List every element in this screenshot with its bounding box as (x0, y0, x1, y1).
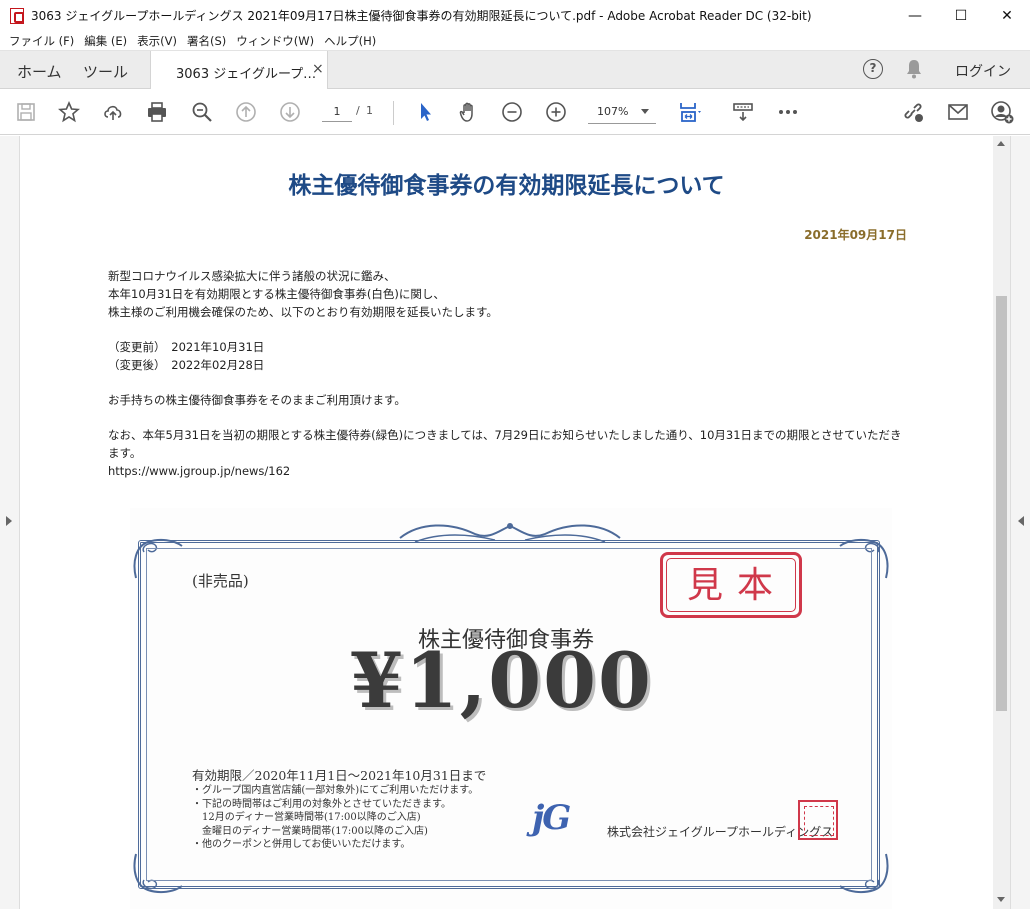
sample-stamp: 見本 (660, 552, 802, 618)
menu-edit[interactable]: 編集 (E) (79, 33, 132, 49)
zoom-search-icon[interactable] (189, 99, 215, 125)
voucher-note: 金曜日のディナー営業時間帯(17:00以降のご入店) (192, 825, 428, 837)
voucher-note: ・グループ国内直営店舗(一部対象外)にてご利用いただけます。 (192, 785, 479, 796)
acrobat-app-icon (10, 7, 24, 24)
page-number-input[interactable]: 1 (322, 102, 352, 122)
print-icon[interactable] (144, 99, 170, 125)
add-user-icon[interactable] (989, 99, 1015, 125)
menu-sign[interactable]: 署名(S) (182, 33, 231, 49)
date-after-change: （変更後） 2022年02月28日 (108, 358, 265, 372)
voucher-nonsale-label: (非売品) (192, 572, 249, 590)
toolbar: 1 / 1 107% (0, 89, 1030, 135)
body-paragraph: なお、本年5月31日を当初の期限とする株主優待券(緑色)につきましては、7月29… (108, 428, 902, 460)
minimize-button[interactable]: — (892, 0, 938, 31)
menu-file[interactable]: ファイル (F) (4, 33, 79, 49)
maximize-button[interactable]: ☐ (938, 0, 984, 31)
fit-page-icon[interactable] (676, 99, 702, 125)
document-date: 2021年09月17日 (804, 228, 907, 242)
chevron-down-icon[interactable] (641, 109, 649, 114)
scrollbar-thumb[interactable] (996, 296, 1007, 711)
tab-home[interactable]: ホーム (17, 61, 62, 82)
vertical-scrollbar[interactable] (993, 136, 1010, 909)
zoom-out-icon[interactable] (499, 99, 525, 125)
page-total: 1 (366, 104, 373, 117)
document-viewer: 株主優待御食事券の有効期限延長について 2021年09月17日 新型コロナウイル… (0, 136, 1030, 909)
document-heading: 株主優待御食事券の有効期限延長について (288, 173, 725, 199)
star-icon[interactable] (56, 99, 82, 125)
scroll-up-arrow-icon[interactable] (997, 141, 1005, 146)
body-line: お手持ちの株主優待御食事券をそのままご利用頂けます。 (108, 393, 406, 407)
help-icon[interactable]: ? (863, 59, 883, 79)
page-down-icon[interactable] (277, 99, 303, 125)
right-panel-rail[interactable] (1010, 136, 1030, 909)
menu-bar: ファイル (F) 編集 (E) 表示(V) 署名(S) ウィンドウ(W) ヘルプ… (0, 31, 1030, 51)
page-up-icon[interactable] (233, 99, 259, 125)
title-bar: 3063 ジェイグループホールディングス 2021年09月17日株主優待御食事券… (0, 0, 1030, 31)
zoom-in-icon[interactable] (543, 99, 569, 125)
voucher-note: ・他のクーポンと併用してお使いいただけます。 (192, 839, 411, 850)
body-line: 株主様のご利用機会確保のため、以下のとおり有効期限を延長いたします。 (108, 305, 498, 319)
save-icon[interactable] (13, 99, 39, 125)
body-line: 新型コロナウイルス感染拡大に伴う諸般の状況に鑑み、 (108, 269, 396, 283)
select-pointer-icon[interactable] (412, 99, 438, 125)
voucher-image: (非売品) 見本 株主優待御食事券 ¥1,000 有効期限／2020年11月1日… (130, 508, 892, 909)
menu-window[interactable]: ウィンドウ(W) (231, 33, 319, 49)
hand-icon[interactable] (456, 99, 482, 125)
notification-bell-icon[interactable] (905, 59, 923, 79)
page-separator: / (356, 104, 360, 117)
tab-document[interactable]: 3063 ジェイグループ… × (150, 51, 328, 89)
left-panel-rail[interactable] (0, 136, 20, 909)
menu-view[interactable]: 表示(V) (132, 33, 182, 49)
voucher-note: 12月のディナー営業時間帯(17:00以降のご入店) (192, 812, 421, 823)
tab-bar: ホーム ツール 3063 ジェイグループ… × ? ログイン (0, 51, 1030, 89)
scroll-mode-icon[interactable] (730, 99, 756, 125)
pdf-page: 株主優待御食事券の有効期限延長について 2021年09月17日 新型コロナウイル… (20, 136, 993, 909)
login-link[interactable]: ログイン (955, 61, 1011, 81)
scroll-down-arrow-icon[interactable] (997, 897, 1005, 902)
share-link-icon[interactable] (900, 99, 926, 125)
sample-stamp-text: 見本 (666, 558, 796, 612)
news-url-link[interactable]: https://www.jgroup.jp/news/162 (108, 462, 908, 480)
tab-tools[interactable]: ツール (83, 61, 128, 82)
upload-icon[interactable] (100, 99, 126, 125)
company-logo: jG (532, 798, 571, 838)
window-title: 3063 ジェイグループホールディングス 2021年09月17日株主優待御食事券… (31, 9, 812, 23)
voucher-notes: ・グループ国内直営店舗(一部対象外)にてご利用いただけます。 ・下記の時間帯はご… (192, 784, 478, 852)
date-before-change: （変更前） 2021年10月31日 (108, 340, 265, 354)
body-line: 本年10月31日を有効期限とする株主優待御食事券(白色)に関し、 (108, 287, 445, 301)
close-tab-icon[interactable]: × (312, 61, 324, 77)
voucher-price: ¥1,000 (350, 636, 653, 725)
menu-help[interactable]: ヘルプ(H) (319, 33, 381, 49)
expand-left-panel-icon[interactable] (6, 516, 12, 526)
voucher-note: ・下記の時間帯はご利用の対象外とさせていただきます。 (192, 798, 451, 810)
document-body: 新型コロナウイルス感染拡大に伴う諸般の状況に鑑み、 本年10月31日を有効期限と… (108, 267, 908, 480)
tab-document-label: 3063 ジェイグループ… (176, 67, 317, 82)
voucher-validity: 有効期限／2020年11月1日～2021年10月31日まで (192, 768, 487, 783)
toolbar-divider (393, 101, 394, 125)
close-window-button[interactable]: ✕ (984, 0, 1030, 31)
mail-icon[interactable] (945, 99, 971, 125)
expand-right-panel-icon[interactable] (1018, 516, 1024, 526)
company-seal (798, 800, 838, 840)
more-icon[interactable] (775, 99, 801, 125)
